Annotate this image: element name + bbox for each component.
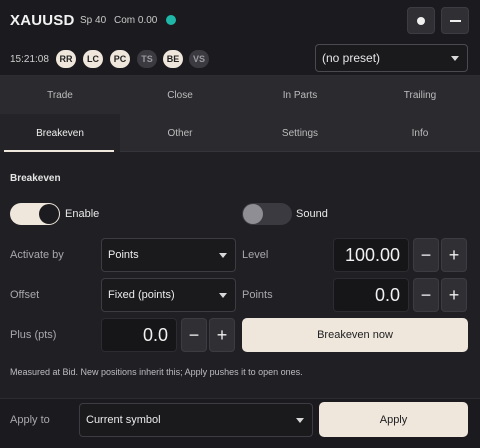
points-input[interactable]: 0.0 — [333, 278, 409, 312]
commission-value: Com 0.00 — [114, 15, 158, 26]
offset-value: Fixed (points) — [108, 289, 175, 301]
connection-status-icon — [166, 15, 176, 25]
chevron-down-icon — [451, 56, 459, 61]
apply-to-select[interactable]: Current symbol — [79, 403, 313, 437]
preset-value: (no preset) — [322, 51, 381, 65]
plus-pts-input[interactable]: 0.0 — [101, 318, 177, 352]
pill-vs[interactable]: VS — [189, 50, 209, 68]
pill-pc[interactable]: PC — [110, 50, 130, 68]
apply-to-label: Apply to — [10, 414, 50, 426]
activate-by-value: Points — [108, 249, 139, 261]
tab-info[interactable]: Info — [360, 114, 480, 152]
tab-trailing[interactable]: Trailing — [360, 76, 480, 114]
sound-label: Sound — [296, 208, 328, 220]
activate-by-label: Activate by — [10, 249, 64, 261]
points-decrement-button[interactable]: − — [413, 278, 439, 312]
minimize-button[interactable] — [441, 7, 469, 34]
minimize-icon — [449, 19, 461, 22]
points-label: Points — [242, 289, 273, 301]
record-button[interactable] — [407, 7, 435, 34]
chevron-down-icon — [219, 293, 227, 298]
apply-button[interactable]: Apply — [319, 402, 468, 437]
tab-trade[interactable]: Trade — [0, 76, 120, 114]
tab-in-parts[interactable]: In Parts — [240, 76, 360, 114]
offset-label: Offset — [10, 289, 40, 301]
help-note: Measured at Bid. New positions inherit t… — [10, 367, 303, 377]
pill-rr[interactable]: RR — [56, 50, 76, 68]
pill-be[interactable]: BE — [163, 50, 183, 68]
tab-settings[interactable]: Settings — [240, 114, 360, 152]
enable-toggle[interactable] — [10, 203, 60, 225]
tab-breakeven[interactable]: Breakeven — [0, 114, 120, 152]
chevron-down-icon — [219, 253, 227, 258]
plus-pts-label: Plus (pts) — [10, 329, 57, 341]
title-bar: XAUUSD Sp 40 Com 0.00 — [0, 0, 480, 40]
level-input[interactable]: 100.00 — [333, 238, 409, 272]
clock: 15:21:08 — [10, 54, 49, 65]
preset-dropdown[interactable]: (no preset) — [315, 44, 468, 72]
plus-pts-increment-button[interactable]: + — [209, 318, 235, 352]
chevron-down-icon — [296, 418, 304, 423]
apply-to-value: Current symbol — [86, 414, 161, 426]
record-icon — [417, 16, 425, 25]
level-label: Level — [242, 249, 269, 261]
level-decrement-button[interactable]: − — [413, 238, 439, 272]
toggle-knob — [243, 204, 263, 224]
breakeven-now-button[interactable]: Breakeven now — [242, 318, 468, 352]
section-title: Breakeven — [10, 173, 61, 184]
offset-select[interactable]: Fixed (points) — [101, 278, 236, 312]
tab-other[interactable]: Other — [120, 114, 240, 152]
spread-value: Sp 40 — [80, 15, 107, 26]
symbol-name: XAUUSD — [10, 12, 75, 29]
sound-toggle[interactable] — [242, 203, 292, 225]
tab-bar-secondary: Breakeven Other Settings Info — [0, 114, 480, 152]
enable-label: Enable — [65, 208, 100, 220]
tab-bar-primary: Trade Close In Parts Trailing — [0, 76, 480, 114]
tab-close[interactable]: Close — [120, 76, 240, 114]
toggle-knob — [39, 204, 59, 224]
pill-lc[interactable]: LC — [83, 50, 103, 68]
activate-by-select[interactable]: Points — [101, 238, 236, 272]
points-increment-button[interactable]: + — [441, 278, 467, 312]
toolbar: 15:21:08 RR LC PC TS BE VS (no preset) — [0, 40, 480, 76]
level-increment-button[interactable]: + — [441, 238, 467, 272]
plus-pts-decrement-button[interactable]: − — [181, 318, 207, 352]
pill-ts[interactable]: TS — [137, 50, 157, 68]
footer: Apply to Current symbol Apply — [0, 398, 480, 448]
